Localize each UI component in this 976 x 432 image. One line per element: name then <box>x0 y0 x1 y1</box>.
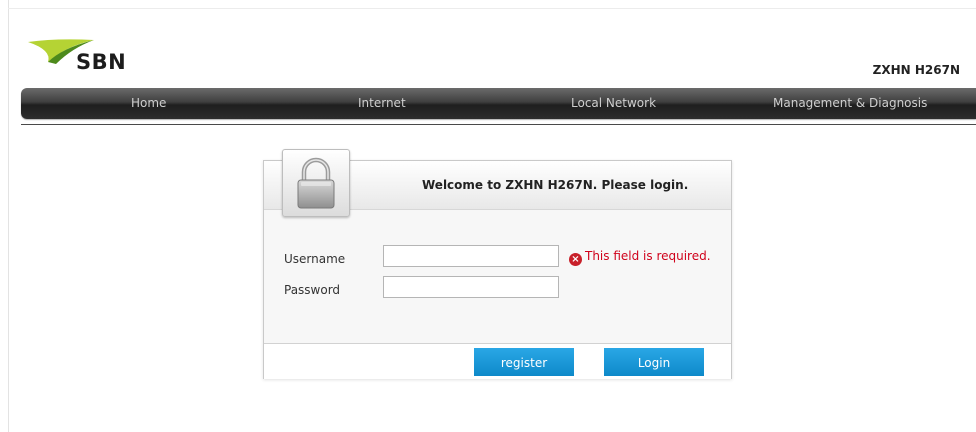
nav-internet[interactable]: Internet <box>358 88 406 119</box>
username-error: × This field is required. <box>569 249 711 266</box>
welcome-message: Welcome to ZXHN H267N. Please login. <box>422 178 689 192</box>
nav-management-diagnosis[interactable]: Management & Diagnosis <box>773 88 927 119</box>
login-footer: register Login <box>264 343 731 379</box>
nav-home[interactable]: Home <box>131 88 166 119</box>
main-nav-bar: Home Internet Local Network Management &… <box>21 88 976 119</box>
error-x-icon: × <box>569 253 582 266</box>
lock-icon <box>297 157 335 209</box>
username-input[interactable] <box>383 245 559 267</box>
password-label: Password <box>284 283 341 297</box>
username-error-text: This field is required. <box>585 249 711 263</box>
lock-icon-frame <box>282 149 350 217</box>
sbn-logo: SBN <box>26 36 146 78</box>
nav-divider <box>21 124 976 125</box>
login-panel: Welcome to ZXHN H267N. Please login. Use… <box>263 149 732 379</box>
model-name: ZXHN H267N <box>872 63 960 77</box>
password-input[interactable] <box>383 276 559 298</box>
username-label: Username <box>284 252 346 266</box>
page-frame-left <box>8 0 9 432</box>
logo-text: SBN <box>76 50 127 74</box>
register-button[interactable]: register <box>474 348 574 376</box>
login-header: Welcome to ZXHN H267N. Please login. <box>264 149 731 217</box>
login-button[interactable]: Login <box>604 348 704 376</box>
nav-local-network[interactable]: Local Network <box>571 88 656 119</box>
page-frame-top <box>8 8 976 9</box>
